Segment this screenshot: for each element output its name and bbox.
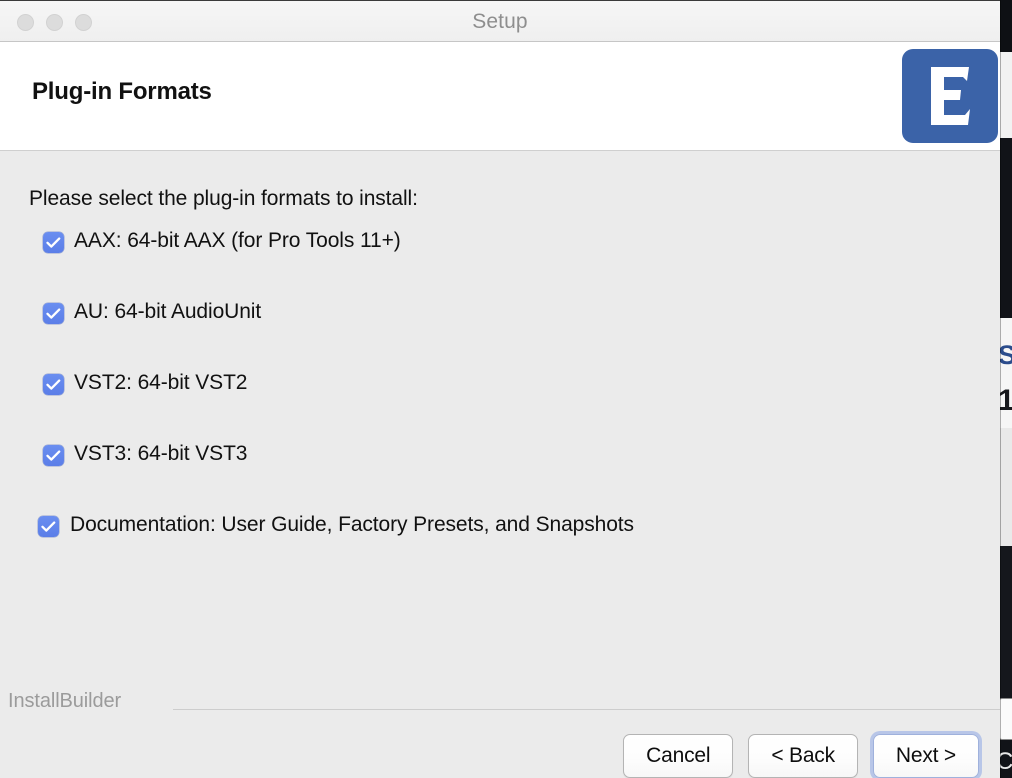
option-row-vst2[interactable]: VST2: 64-bit VST2: [0, 371, 1000, 442]
checkmark-icon[interactable]: [43, 232, 64, 253]
option-label-aax: AAX: 64-bit AAX (for Pro Tools 11+): [74, 229, 401, 252]
instruction-text: Please select the plug-in formats to ins…: [29, 187, 418, 210]
checkbox-vst3[interactable]: [43, 445, 64, 466]
content-area: Please select the plug-in formats to ins…: [0, 151, 1000, 670]
checkbox-documentation[interactable]: [38, 516, 59, 537]
setup-window: Setup Plug-in Formats Please select the …: [0, 0, 1000, 778]
checkmark-icon[interactable]: [43, 374, 64, 395]
background-text-fragment-1: 1: [998, 385, 1012, 417]
window-title: Setup: [472, 10, 528, 33]
checkmark-icon[interactable]: [43, 303, 64, 324]
checkbox-vst2[interactable]: [43, 374, 64, 395]
plugin-format-list: AAX: 64-bit AAX (for Pro Tools 11+) AU: …: [0, 229, 1000, 584]
option-label-au: AU: 64-bit AudioUnit: [74, 300, 262, 323]
brand-logo-icon: [902, 49, 998, 143]
button-bar: Cancel < Back Next >: [623, 734, 984, 778]
checkbox-aax[interactable]: [43, 232, 64, 253]
next-button[interactable]: Next >: [872, 734, 979, 778]
option-label-documentation: Documentation: User Guide, Factory Prese…: [70, 513, 634, 536]
footer-area: InstallBuilder Cancel < Back Next >: [0, 670, 1000, 778]
background-text-fragment-s: S: [998, 340, 1012, 370]
footer-divider: [173, 709, 1000, 710]
background-window-dark-top: [998, 0, 1012, 52]
option-label-vst3: VST3: 64-bit VST3: [74, 442, 248, 465]
installbuilder-label: InstallBuilder: [8, 690, 122, 712]
option-row-vst3[interactable]: VST3: 64-bit VST3: [0, 442, 1000, 513]
option-row-au[interactable]: AU: 64-bit AudioUnit: [0, 300, 1000, 371]
option-label-vst2: VST2: 64-bit VST2: [74, 371, 248, 394]
checkmark-icon[interactable]: [38, 516, 59, 537]
checkmark-icon[interactable]: [43, 445, 64, 466]
page-title: Plug-in Formats: [32, 78, 212, 105]
page-header: Plug-in Formats: [0, 42, 1000, 151]
back-button[interactable]: < Back: [748, 734, 858, 778]
option-row-aax[interactable]: AAX: 64-bit AAX (for Pro Tools 11+): [0, 229, 1000, 300]
window-titlebar: Setup: [0, 0, 1000, 42]
checkbox-au[interactable]: [43, 303, 64, 324]
option-row-documentation[interactable]: Documentation: User Guide, Factory Prese…: [0, 513, 1000, 584]
cancel-button[interactable]: Cancel: [623, 734, 734, 778]
